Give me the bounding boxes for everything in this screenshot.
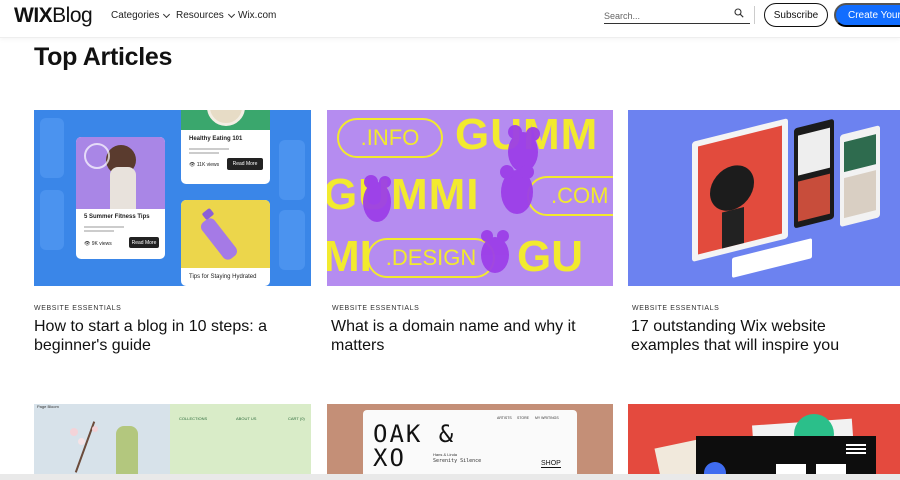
page-title: Top Articles [34,43,173,71]
menu-icon [846,444,866,446]
search-box [604,6,750,24]
article-image-domain-name[interactable]: .INFO GUMM GUMMI .COM MI .DESIGN GU [327,110,613,286]
mini-site-shop-link: SHOP [541,460,561,468]
article-image-row2-3[interactable] [628,404,900,474]
subscribe-button[interactable]: Subscribe [764,3,828,27]
logo-rest-text: Blog [52,4,93,27]
article-image-row2-1[interactable]: Page Bloom COLLECTIONS ABOUT US CART (0) [34,404,311,474]
gummy-bear-icon [363,125,540,273]
create-website-button[interactable]: Create Your W [834,3,900,27]
mini-site-nav: COLLECTIONS [179,416,208,421]
nav-categories-label: Categories [111,10,160,21]
mini-site-subtext: Serenity Silence [433,458,482,464]
nav-wix-com[interactable]: Wix.com [238,10,276,21]
nav-categories[interactable]: Categories [111,10,171,21]
article-category-tag[interactable]: WEBSITE ESSENTIALS [34,305,121,312]
logo-bold-text: WIX [14,4,53,27]
search-input[interactable] [604,8,724,21]
article-title[interactable]: How to start a blog in 10 steps: a begin… [34,317,304,355]
website-collage-icon [692,118,880,278]
mini-post-title: Healthy Eating 101 [189,136,243,142]
wix-blog-logo[interactable]: WIXBlog [14,4,93,28]
article-title[interactable]: What is a domain name and why it matters [331,317,593,355]
mini-site-nav: ARTISTS [497,416,512,420]
mini-site-nav: MY WRITINGS [535,416,559,420]
mini-site-brand: OAK & [373,420,456,448]
article-category-tag[interactable]: WEBSITE ESSENTIALS [632,305,719,312]
mini-site-brand: Page Bloom [37,404,59,409]
article-category-tag[interactable]: WEBSITE ESSENTIALS [332,305,419,312]
mini-read-more: Read More [129,237,159,248]
chevron-down-icon [163,10,171,18]
mini-views: 👁 11K views [189,162,220,168]
mini-site-subtext: Hans & Linda [433,452,458,457]
nav-wix-com-label: Wix.com [238,10,277,21]
mini-post-title: 5 Summer Fitness Tips [84,214,150,220]
header-divider [754,6,755,24]
top-navigation-bar: WIXBlog Categories Resources Wix.com Sub… [0,0,900,38]
mini-post-card: Healthy Eating 101 👁 11K views Read More [181,110,270,184]
mini-views: 👁 9K views [84,241,112,247]
mini-post-card: 5 Summer Fitness Tips 👁 9K views Read Mo… [76,137,165,259]
nav-resources-label: Resources [176,10,224,21]
article-image-blog-guide[interactable]: 5 Summer Fitness Tips 👁 9K views Read Mo… [34,110,311,286]
mini-site-nav: STORE [517,416,529,420]
mini-post-card: Tips for Staying Hydrated [181,200,270,286]
mini-site-nav: ABOUT US [236,416,257,421]
article-image-row2-2[interactable]: ARTISTS STORE MY WRITINGS OAK & XO Hans … [327,404,613,474]
horizontal-scrollbar[interactable] [0,474,900,480]
article-image-website-examples[interactable] [628,110,900,286]
mini-post-title: Tips for Staying Hydrated [189,274,257,280]
nav-resources[interactable]: Resources [176,10,235,21]
mini-site-nav: CART (0) [288,416,305,421]
article-title[interactable]: 17 outstanding Wix website examples that… [631,317,897,355]
mini-read-more: Read More [227,158,263,170]
chevron-down-icon [227,10,235,18]
search-icon[interactable] [734,8,744,18]
